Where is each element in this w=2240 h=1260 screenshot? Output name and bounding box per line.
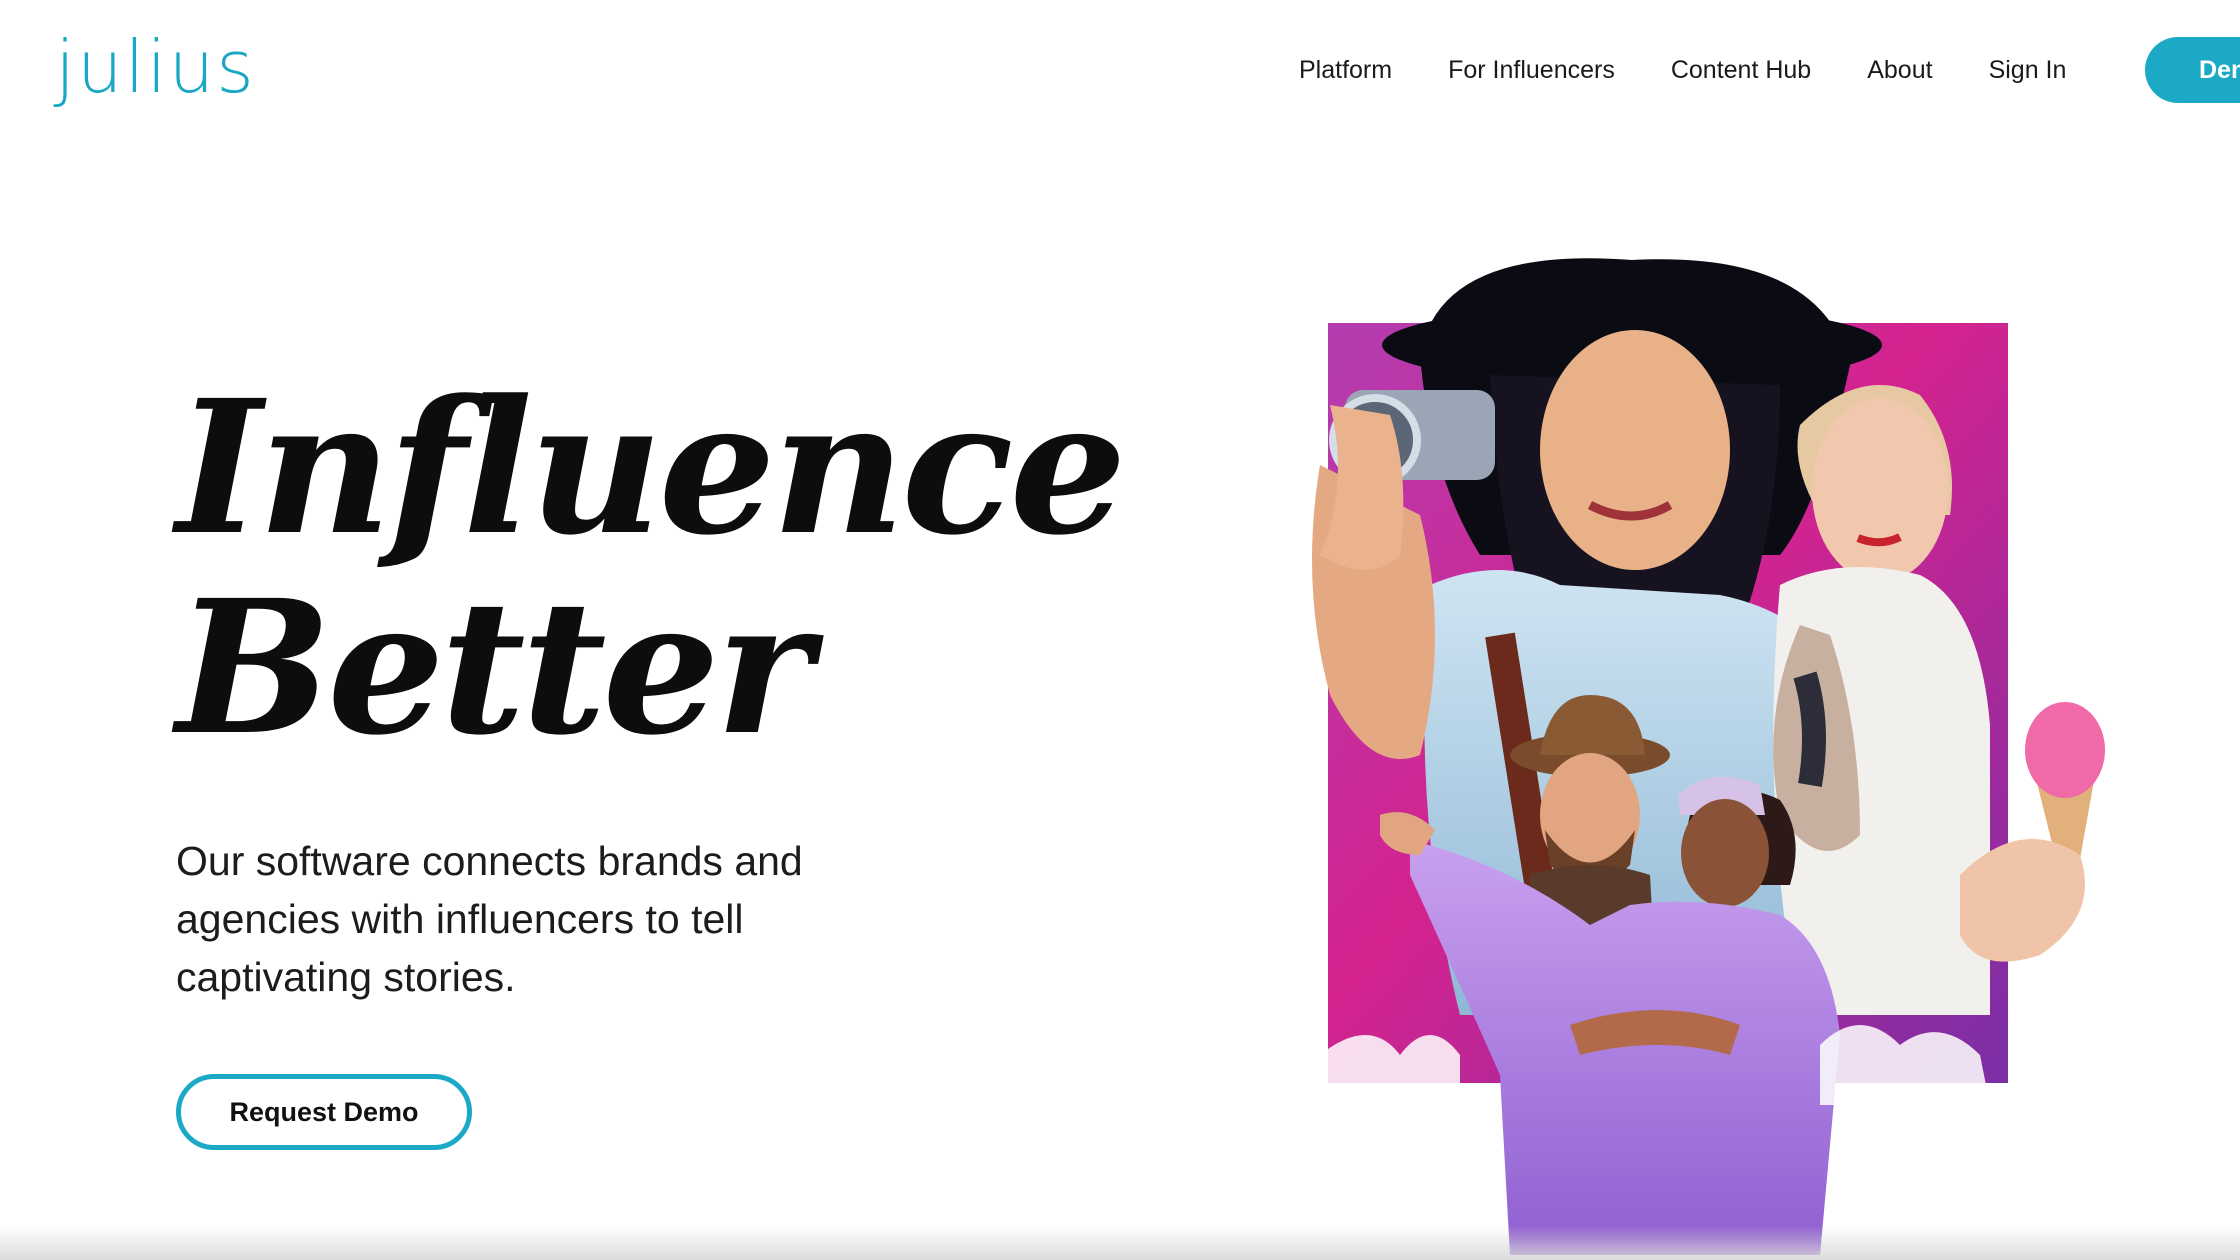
demo-button[interactable]: Demo [2145,37,2240,103]
julius-logo[interactable]: julius [55,22,256,112]
hero-subtitle: Our software connects brands and agencie… [176,838,803,1000]
request-demo-button[interactable]: Request Demo [176,1074,472,1150]
hero-title: Influence Better [176,360,1127,776]
hero-title-line-2: Better [176,560,813,776]
face-woman-camera [1540,330,1730,570]
hero-illustration [1260,255,2130,1260]
bottom-scroll-shadow [0,1226,2240,1260]
nav-sign-in[interactable]: Sign In [1989,46,2067,94]
face-woman-purple [1681,799,1769,907]
main-nav: Platform For Influencers Content Hub Abo… [1299,46,2066,94]
nav-for-influencers[interactable]: For Influencers [1448,46,1615,94]
nav-about[interactable]: About [1867,46,1932,94]
influencers-collage-image [1312,258,2105,1255]
nav-platform[interactable]: Platform [1299,46,1392,94]
nav-content-hub[interactable]: Content Hub [1671,46,1811,94]
hero-title-line-1: Influence [176,360,1127,576]
face-woman-right [1812,398,1948,582]
